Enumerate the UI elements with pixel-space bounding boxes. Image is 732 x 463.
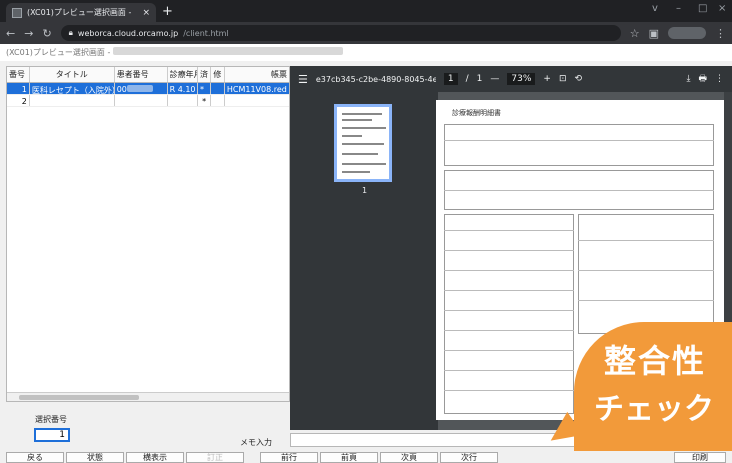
print-button[interactable]: 印刷	[674, 452, 726, 463]
browser-tab-bar: (XC01)プレビュー選択画面 - × + v – □ ×	[0, 0, 732, 22]
browser-tab[interactable]: (XC01)プレビュー選択画面 - ×	[6, 3, 156, 22]
badge-line2: チェック	[594, 392, 714, 427]
scrollbar-thumb[interactable]	[19, 395, 139, 400]
cell-form: HCM11V08.red	[226, 85, 287, 94]
back-button[interactable]: 戻る	[6, 452, 64, 463]
cell-number: 2	[7, 95, 30, 106]
lock-icon: 🔒︎	[68, 28, 73, 37]
status-button[interactable]: 状態	[66, 452, 124, 463]
cell-title: 医科レセプト（入院外）	[30, 83, 115, 94]
new-tab-button[interactable]: +	[162, 4, 173, 19]
tab-close-icon[interactable]: ×	[142, 8, 150, 18]
col-header-patient[interactable]: 患者番号	[115, 67, 168, 82]
badge-line1: 整合性	[604, 342, 707, 380]
correction-button: 訂正	[186, 452, 244, 463]
col-header-month[interactable]: 診療年月	[168, 67, 198, 82]
bookmark-star-icon[interactable]: ☆	[630, 27, 640, 40]
tab-search-icon[interactable]: v	[652, 3, 658, 14]
page-favicon-icon	[12, 7, 22, 18]
app-title: (XC01)プレビュー選択画面 -	[6, 48, 111, 57]
next-page-button[interactable]: 次頁	[380, 452, 438, 463]
consistency-check-badge: 整合性 チェック	[542, 322, 732, 463]
page-total: 1	[476, 74, 483, 84]
forward-arrow-icon[interactable]: →	[24, 27, 33, 40]
tab-title: (XC01)プレビュー選択画面 -	[27, 8, 132, 17]
reading-list-icon[interactable]: ▣	[649, 27, 659, 40]
pdf-filename: e37cb345-c2be-4890-8045-4ed6...	[315, 74, 436, 84]
window-close-button[interactable]: ×	[718, 3, 726, 14]
report-list-panel: 番号 タイトル 患者番号 診療年月 済 修 帳票 1 医科レセプト（入院外） 0…	[6, 66, 290, 402]
rotate-icon[interactable]: ⟲	[575, 74, 583, 84]
next-row-button[interactable]: 次行	[440, 452, 498, 463]
selection-number-input[interactable]: 1	[34, 428, 70, 442]
document-title: 診療報酬明細書	[452, 109, 501, 117]
minimize-button[interactable]: –	[676, 3, 681, 14]
table-row[interactable]: 1 医科レセプト（入院外） 00 R 4.10 * HCM11V08.red	[7, 83, 289, 95]
cell-patient: 00	[115, 83, 168, 94]
col-header-fix[interactable]: 修	[211, 67, 225, 82]
fit-page-icon[interactable]: ⊡	[559, 74, 567, 84]
table-header: 番号 タイトル 患者番号 診療年月 済 修 帳票	[7, 67, 289, 83]
cell-title	[30, 95, 115, 106]
app-title-bar: (XC01)プレビュー選択画面 -	[0, 44, 732, 61]
more-options-icon[interactable]: ⋮	[715, 74, 724, 84]
redacted-title-text	[112, 47, 343, 55]
table-row[interactable]: 2 *	[7, 95, 289, 107]
col-header-form[interactable]: 帳票	[225, 67, 289, 82]
col-header-title[interactable]: タイトル	[30, 67, 115, 82]
cell-number: 1	[7, 83, 30, 94]
url-domain: weborca.cloud.orcamo.jp	[77, 28, 179, 38]
zoom-in-icon[interactable]: +	[543, 74, 551, 84]
horizontal-view-button[interactable]: 横表示	[126, 452, 184, 463]
col-header-done[interactable]: 済	[198, 67, 212, 82]
horizontal-scrollbar[interactable]	[7, 392, 289, 401]
cell-done: *	[198, 95, 212, 106]
maximize-button[interactable]: □	[698, 3, 707, 14]
cell-done: *	[198, 83, 212, 94]
cell-month	[168, 95, 198, 106]
previous-page-button[interactable]: 前頁	[320, 452, 378, 463]
previous-row-button[interactable]: 前行	[260, 452, 318, 463]
menu-hamburger-icon[interactable]: ☰	[298, 73, 308, 86]
col-header-number[interactable]: 番号	[7, 67, 30, 82]
page-separator: /	[465, 74, 469, 84]
cell-patient-text: 00	[116, 85, 127, 94]
cell-month: R 4.10	[168, 83, 198, 94]
profile-avatar[interactable]	[668, 27, 706, 39]
page-number-input[interactable]: 1	[443, 73, 458, 85]
url-path: /client.html	[183, 28, 229, 38]
cell-form	[225, 95, 289, 106]
url-input[interactable]: 🔒︎ weborca.cloud.orcamo.jp/client.html	[60, 25, 621, 41]
memo-label: メモ入力	[240, 438, 272, 447]
page-thumbnail[interactable]	[334, 104, 392, 182]
cell-fix	[211, 95, 225, 106]
thumbnail-sidebar: 1	[290, 92, 438, 430]
pdf-toolbar: ☰ e37cb345-c2be-4890-8045-4ed6... 1 / 1 …	[290, 66, 732, 92]
menu-kebab-icon[interactable]: ⋮	[715, 27, 726, 40]
download-icon[interactable]: ⤓	[687, 74, 691, 84]
back-arrow-icon[interactable]: ←	[6, 27, 15, 40]
print-icon[interactable]: 🖶︎	[699, 71, 708, 87]
reload-icon[interactable]: ↻	[42, 27, 51, 40]
selection-number-label: 選択番号	[35, 415, 67, 424]
zoom-level-input[interactable]: 73%	[507, 73, 536, 85]
cell-patient	[115, 95, 168, 106]
cell-fix	[211, 83, 225, 94]
zoom-out-icon[interactable]: —	[490, 74, 499, 84]
thumbnail-page-number: 1	[362, 186, 368, 195]
address-bar: ← → ↻ 🔒︎ weborca.cloud.orcamo.jp/client.…	[0, 22, 732, 44]
